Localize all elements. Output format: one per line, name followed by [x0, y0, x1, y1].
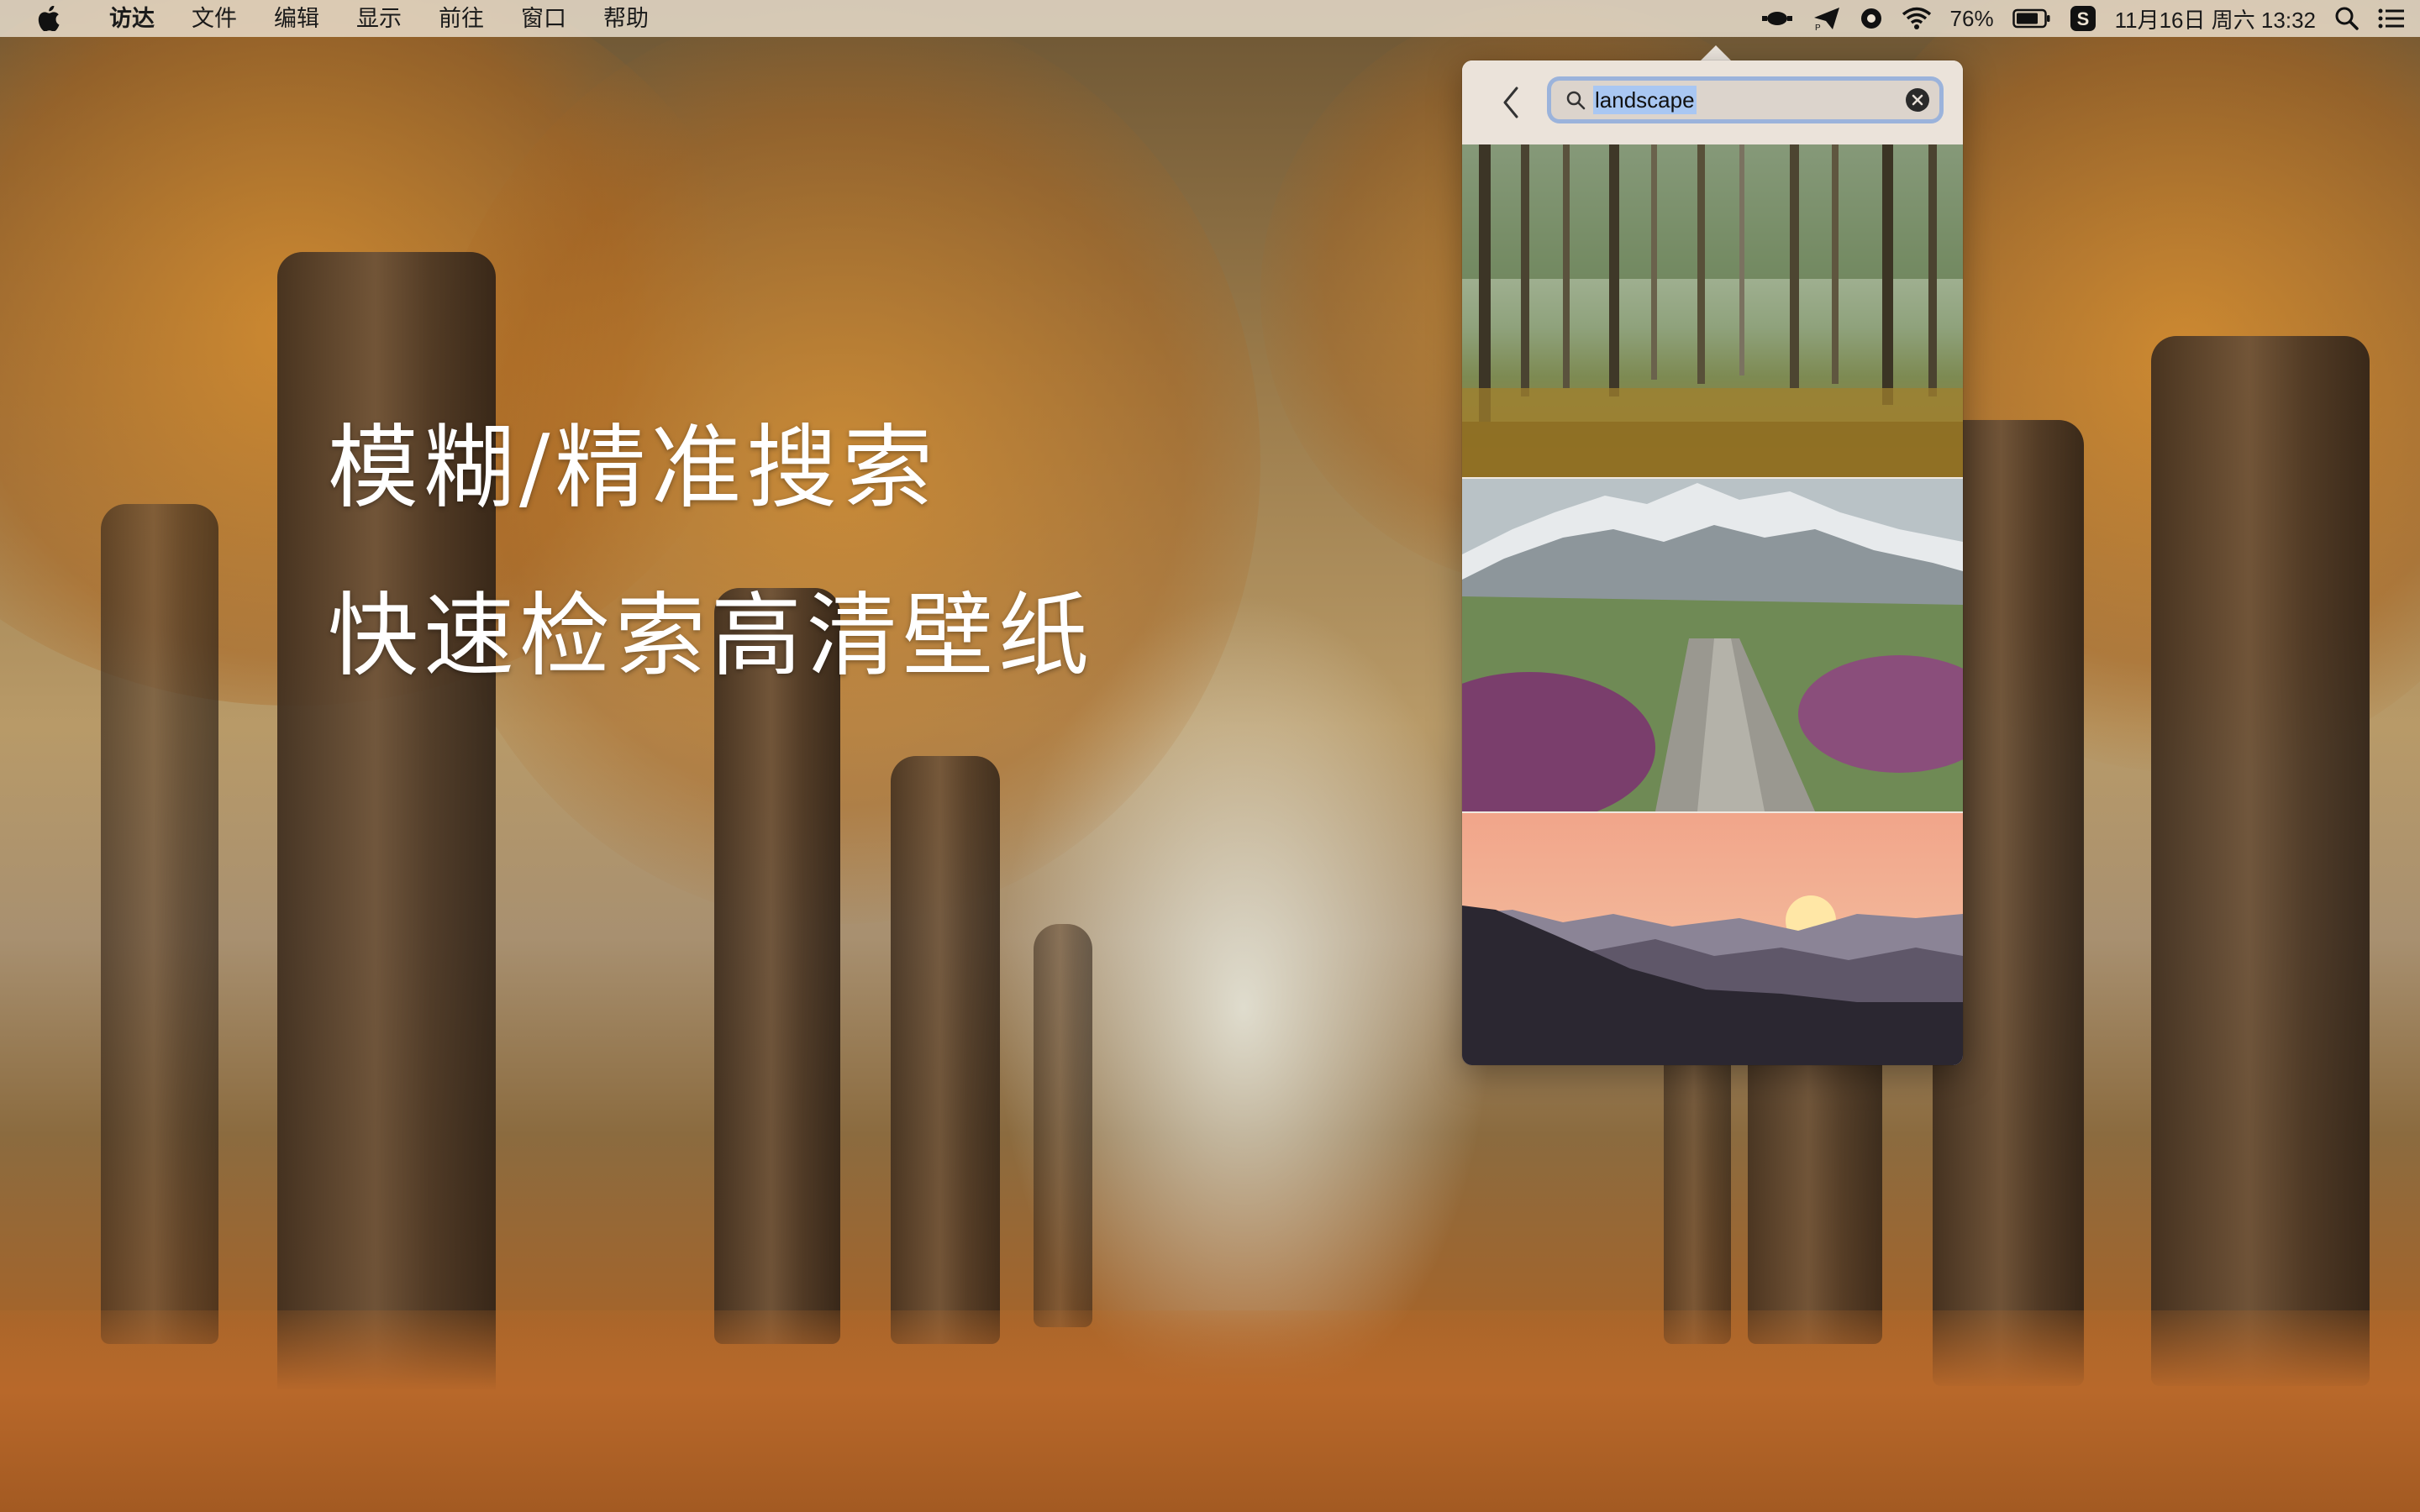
spotlight-search-icon[interactable]	[2334, 0, 2360, 37]
wallpaper-search-popover: landscape	[1462, 60, 1963, 1065]
menu-bar: 访达 文件 编辑 显示 前往 窗口 帮助 P 76% S 11月16日 周六 1…	[0, 0, 2420, 37]
headline-line-2: 快速检索高清壁纸	[328, 584, 1095, 689]
clear-search-button[interactable]	[1906, 88, 1929, 112]
menu-go[interactable]: 前往	[420, 0, 502, 37]
tree-trunk	[101, 504, 218, 1344]
send-icon[interactable]: P	[1812, 0, 1841, 37]
wifi-icon[interactable]	[1902, 0, 1932, 37]
menu-help[interactable]: 帮助	[585, 0, 667, 37]
mountain-path-image	[1462, 479, 1963, 811]
search-icon	[1563, 87, 1588, 113]
headline-line-1: 模糊/精准搜索	[328, 416, 939, 521]
battery-percent: 76%	[1949, 5, 1994, 31]
menu-file[interactable]: 文件	[173, 0, 255, 37]
record-icon[interactable]	[1860, 0, 1883, 37]
notification-center-icon[interactable]	[2378, 0, 2405, 37]
popover-header: landscape	[1462, 60, 1963, 144]
result-thumbnail-forest[interactable]	[1462, 144, 1963, 477]
svg-text:P: P	[1815, 24, 1821, 31]
status-area: P 76% S 11月16日 周六 13:32	[1760, 0, 2405, 37]
tree-trunk	[714, 588, 840, 1344]
menu-edit[interactable]: 编辑	[255, 0, 338, 37]
apple-icon[interactable]	[30, 0, 67, 37]
menu-window[interactable]: 窗口	[502, 0, 585, 37]
search-input[interactable]: landscape	[1593, 86, 1697, 114]
back-button[interactable]	[1494, 82, 1528, 123]
clock[interactable]: 11月16日 周六 13:32	[2115, 3, 2316, 34]
tree-trunk	[2151, 336, 2370, 1386]
battery-icon[interactable]	[2012, 0, 2051, 37]
result-thumbnail-mountain-path[interactable]	[1462, 479, 1963, 811]
wallpaper-app-icon[interactable]	[1760, 0, 1794, 37]
popover-arrow	[1701, 45, 1731, 60]
sogou-input-icon[interactable]: S	[2070, 0, 2096, 37]
sunset-mountains-image	[1462, 813, 1963, 1065]
menu-view[interactable]: 显示	[338, 0, 420, 37]
tree-trunk	[891, 756, 1000, 1344]
leaf-covered-ground	[0, 1310, 2420, 1512]
desktop-wallpaper: 模糊/精准搜索 快速检索高清壁纸	[0, 0, 2420, 1512]
chevron-left-icon	[1503, 87, 1518, 118]
search-field[interactable]: landscape	[1551, 81, 1939, 119]
svg-text:S: S	[2076, 8, 2089, 29]
result-thumbnail-sunset-mountains[interactable]	[1462, 813, 1963, 1065]
tree-trunk	[1034, 924, 1092, 1327]
forest-image	[1462, 144, 1963, 477]
close-icon	[1912, 94, 1923, 106]
menu-app-finder[interactable]: 访达	[91, 0, 173, 37]
